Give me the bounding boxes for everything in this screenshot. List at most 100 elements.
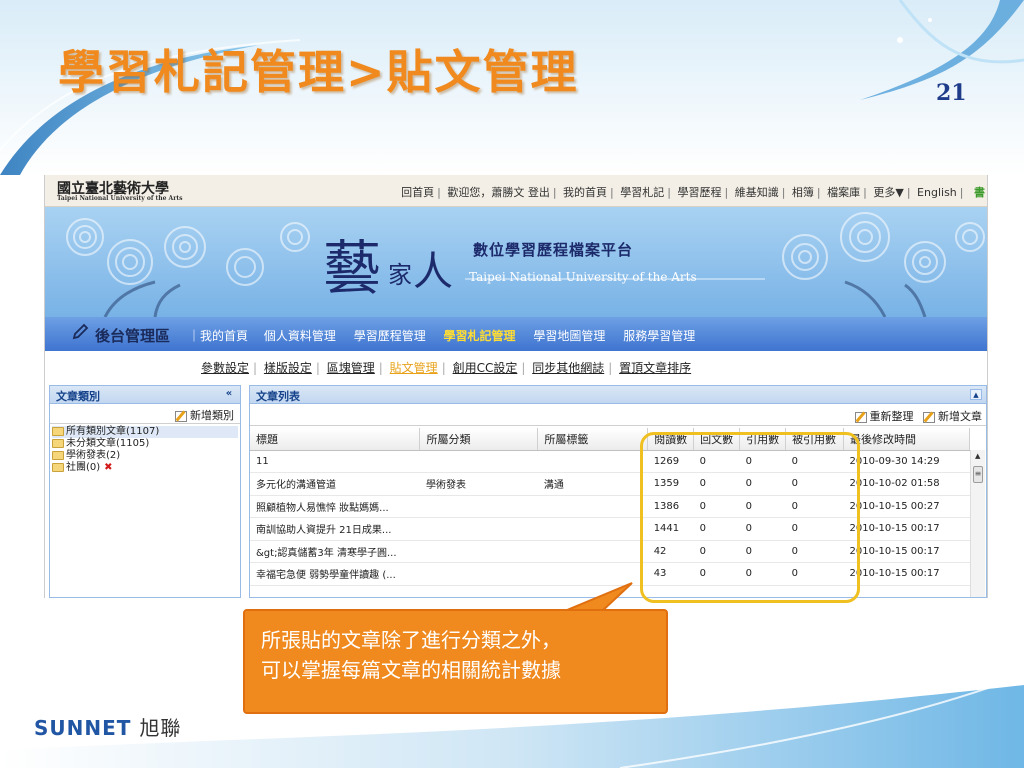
link-home[interactable]: 回首頁 xyxy=(401,186,434,199)
callout-box: 所張貼的文章除了進行分類之外， 可以掌握每篇文章的相關統計數據 xyxy=(243,609,668,714)
table-cell xyxy=(537,540,648,563)
slide-title: 學習札記管理>貼文管理 xyxy=(58,45,579,99)
folder-icon xyxy=(52,438,64,448)
subnav-pin-order[interactable]: 置頂文章排序 xyxy=(619,361,691,375)
category-toolbar: 新增類別 xyxy=(50,404,240,424)
post-list-header: 文章列表 xyxy=(250,386,986,404)
platform-title: 數位學習歷程檔案平台 xyxy=(473,241,634,259)
table-cell: 2010-10-15 00:17 xyxy=(843,562,970,586)
table-cell xyxy=(419,450,538,473)
table-row[interactable]: &gt;認真儲蓄3年 清寒學子圓... 42 0 0 0 2010-10-15 00:17 xyxy=(250,540,970,563)
nav-map[interactable]: 學習地圖管理 xyxy=(533,329,605,343)
table-cell: 南訓協助人資提升 21日成果... xyxy=(250,517,420,541)
table-cell: 11 xyxy=(250,450,420,473)
subnav-blocks[interactable]: 區塊管理 xyxy=(327,361,375,375)
table-row[interactable]: 多元化的溝通管道 學術發表 溝通 1359 0 0 0 2010-10-02 01:58 xyxy=(250,472,970,496)
book-icon[interactable]: 書 xyxy=(974,186,985,199)
table-cell xyxy=(419,562,538,586)
table-cell xyxy=(419,540,538,563)
table-row[interactable]: 照顧植物人易憔悴 妝點媽媽... 1386 0 0 0 2010-10-15 00:27 xyxy=(250,495,970,518)
link-notes[interactable]: 學習札記 xyxy=(620,186,664,199)
folder-icon xyxy=(52,450,64,460)
category-panel: 文章類別 « 新增類別 所有類別文章(1107) 未分類文章(1105) 學術發… xyxy=(49,385,241,598)
stats-highlight-box xyxy=(640,432,860,603)
post-table: 標題 所屬分類 所屬標籤 閱讀數 回文數 引用數 被引用數 最後修改時間 11 1… xyxy=(250,428,971,586)
table-cell xyxy=(537,517,648,541)
footer-brand-logo: SUNNET xyxy=(34,716,132,740)
table-cell: 學術發表 xyxy=(419,472,538,496)
col-title[interactable]: 標題 xyxy=(250,428,421,451)
nav-portfolio[interactable]: 學習歷程管理 xyxy=(354,329,426,343)
collapse-up-icon[interactable]: ▲ xyxy=(970,389,982,400)
table-cell: 2010-09-30 14:29 xyxy=(843,450,970,473)
subnav-params[interactable]: 參數設定 xyxy=(201,361,249,375)
pencil-icon xyxy=(71,323,89,345)
table-scrollbar[interactable]: ▲ ≡ xyxy=(970,450,985,597)
tree-item[interactable]: 所有類別文章(1107) xyxy=(52,426,238,438)
refresh-icon xyxy=(854,411,867,423)
table-cell: 照顧植物人易憔悴 妝點媽媽... xyxy=(250,495,420,518)
link-welcome-logout[interactable]: 歡迎您，蕭勝文 登出 xyxy=(447,186,550,199)
main-nav: 後台管理區 ｜我的首頁 個人資料管理 學習歷程管理 學習札記管理 學習地圖管理 … xyxy=(45,317,987,351)
subnav-sync[interactable]: 同步其他網誌 xyxy=(532,361,604,375)
callout-line-1: 所張貼的文章除了進行分類之外， xyxy=(261,628,561,652)
nav-profile[interactable]: 個人資料管理 xyxy=(264,329,336,343)
edit-icon xyxy=(175,410,187,422)
add-category-button[interactable]: 新增類別 xyxy=(175,409,234,422)
tree-item[interactable]: 未分類文章(1105) xyxy=(52,438,238,450)
table-cell: &gt;認真儲蓄3年 清寒學子圓... xyxy=(250,540,420,563)
table-cell: 溝通 xyxy=(537,472,648,496)
category-panel-title: 文章類別 xyxy=(56,390,100,403)
table-cell xyxy=(537,495,648,518)
subnav-template[interactable]: 樣版設定 xyxy=(264,361,312,375)
category-tree: 所有類別文章(1107) 未分類文章(1105) 學術發表(2) 社團(0) ✖ xyxy=(50,424,240,476)
post-list-panel: 文章列表 ▲ 重新整理 新增文章 標題 所屬分類 所屬標籤 閱讀數 回文數 引用… xyxy=(249,385,987,598)
admin-area-link[interactable]: 後台管理區 xyxy=(71,323,170,346)
folder-icon xyxy=(52,462,64,472)
category-panel-header: 文章類別 « xyxy=(50,386,240,404)
brand-art-char-1: 藝 xyxy=(323,234,382,302)
col-modified[interactable]: 最後修改時間 xyxy=(843,428,971,451)
footer-brand: SUNNET 旭聯 xyxy=(34,712,181,741)
table-header-row: 標題 所屬分類 所屬標籤 閱讀數 回文數 引用數 被引用數 最後修改時間 xyxy=(250,428,971,451)
scroll-up-icon[interactable]: ▲ xyxy=(975,452,980,460)
folder-icon xyxy=(52,426,64,436)
link-files[interactable]: 檔案庫 xyxy=(827,186,860,199)
post-list-title: 文章列表 xyxy=(256,390,300,403)
top-bar: 國立臺北藝術大學 Taipei National University of t… xyxy=(45,175,987,207)
brand-art-char-2: 家 xyxy=(388,261,412,289)
brand-art-char-3: 人 xyxy=(413,249,453,295)
link-more[interactable]: 更多▼ xyxy=(873,186,903,199)
table-cell xyxy=(419,517,538,541)
top-links: 回首頁 | 歡迎您，蕭勝文 登出 | 我的首頁 | 學習札記 | 學習歷程 | 維基知識 |… xyxy=(401,186,985,199)
collapse-icon[interactable]: « xyxy=(222,388,236,401)
link-portfolio[interactable]: 學習歷程 xyxy=(677,186,721,199)
table-cell xyxy=(537,450,648,473)
university-logo-english: Taipei National University of the Arts xyxy=(57,195,183,202)
link-wiki[interactable]: 維基知識 xyxy=(735,186,779,199)
nav-notes[interactable]: 學習札記管理 xyxy=(444,329,516,343)
link-my-home[interactable]: 我的首頁 xyxy=(563,186,607,199)
page-number: 21 xyxy=(936,80,967,106)
subnav-cc[interactable]: 創用CC設定 xyxy=(453,361,518,375)
add-post-button[interactable]: 新增文章 xyxy=(923,410,982,423)
nav-my-home[interactable]: ｜我的首頁 xyxy=(188,329,248,343)
col-tags[interactable]: 所屬標籤 xyxy=(537,428,649,451)
refresh-button[interactable]: 重新整理 xyxy=(854,410,914,423)
post-list-toolbar: 重新整理 新增文章 xyxy=(250,404,986,426)
table-cell: 2010-10-15 00:27 xyxy=(843,495,970,518)
table-row[interactable]: 南訓協助人資提升 21日成果... 1441 0 0 0 2010-10-15 00:17 xyxy=(250,517,970,541)
scroll-thumb[interactable]: ≡ xyxy=(973,466,983,483)
link-album[interactable]: 相簿 xyxy=(792,186,814,199)
tree-item[interactable]: 學術發表(2) xyxy=(52,450,238,462)
nav-service[interactable]: 服務學習管理 xyxy=(623,329,695,343)
table-cell: 2010-10-02 01:58 xyxy=(843,472,970,496)
table-row[interactable]: 11 1269 0 0 0 2010-09-30 14:29 xyxy=(250,450,970,473)
admin-area-label: 後台管理區 xyxy=(95,327,171,345)
link-english[interactable]: English xyxy=(917,186,957,199)
tree-item[interactable]: 社團(0) ✖ xyxy=(52,462,238,474)
subnav-posts[interactable]: 貼文管理 xyxy=(390,361,438,375)
col-category[interactable]: 所屬分類 xyxy=(419,428,539,451)
delete-icon[interactable]: ✖ xyxy=(104,462,112,473)
sub-nav: 參數設定 | 樣版設定 | 區塊管理 | 貼文管理 | 創用CC設定 | 同步其他網誌 | … xyxy=(45,351,987,383)
